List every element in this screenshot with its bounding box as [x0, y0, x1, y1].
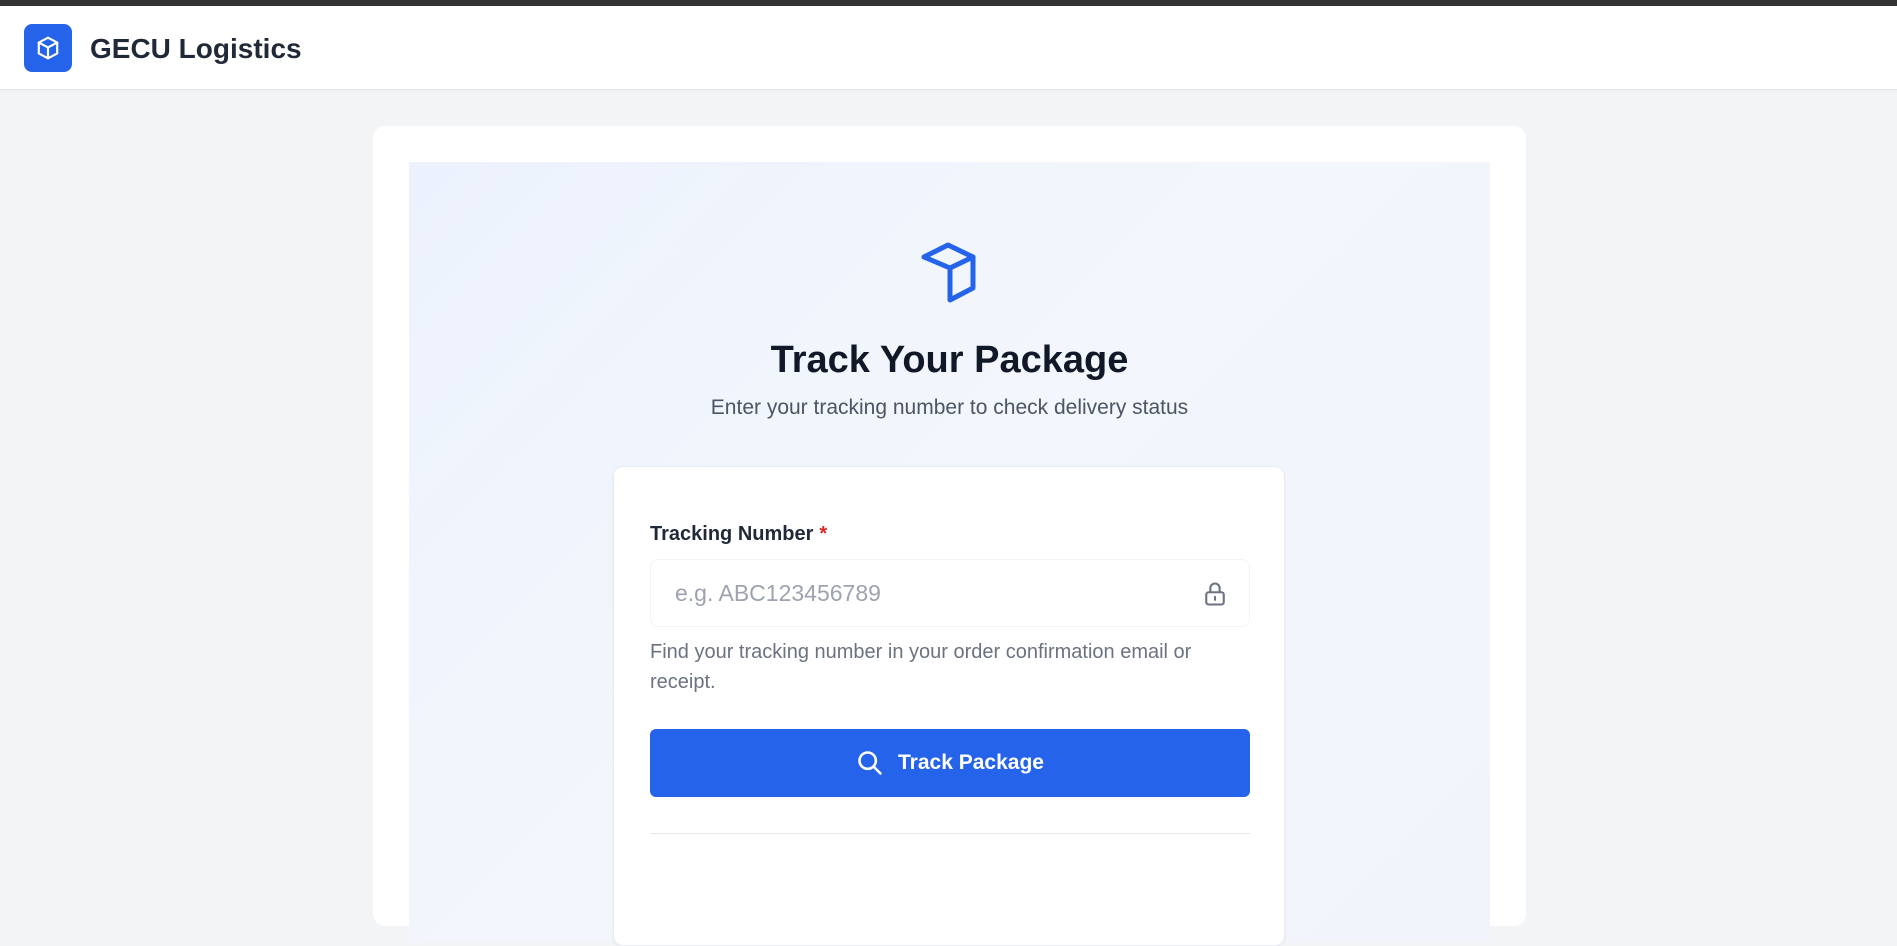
tracking-number-input[interactable]: [651, 560, 1249, 626]
tracking-number-label: Tracking Number *: [650, 521, 827, 547]
cube-icon: [37, 36, 59, 60]
brand-logo[interactable]: [24, 24, 72, 72]
tracking-hero: Track Your Package Enter your tracking n…: [409, 162, 1490, 946]
lock-icon: [1205, 582, 1225, 606]
track-package-label: Track Package: [898, 751, 1044, 774]
main-card: Track Your Package Enter your tracking n…: [373, 126, 1526, 946]
track-package-button[interactable]: Track Package: [650, 729, 1250, 797]
tracking-number-field: [650, 559, 1250, 627]
tracking-number-helper: Find your tracking number in your order …: [650, 641, 1192, 693]
search-icon: [858, 751, 882, 775]
app-header: GECU Logistics: [0, 6, 1897, 90]
form-divider: [650, 833, 1250, 834]
page-subtitle: Enter your tracking number to check deli…: [710, 396, 1189, 419]
package-icon: [921, 242, 976, 303]
brand-name[interactable]: GECU Logistics: [90, 32, 302, 66]
tracking-number-label-text: Tracking Number: [650, 523, 814, 545]
required-marker: *: [819, 523, 828, 545]
page-title: Track Your Package: [770, 339, 1129, 381]
tracking-form: Tracking Number* Find your tracking numb…: [613, 466, 1285, 946]
